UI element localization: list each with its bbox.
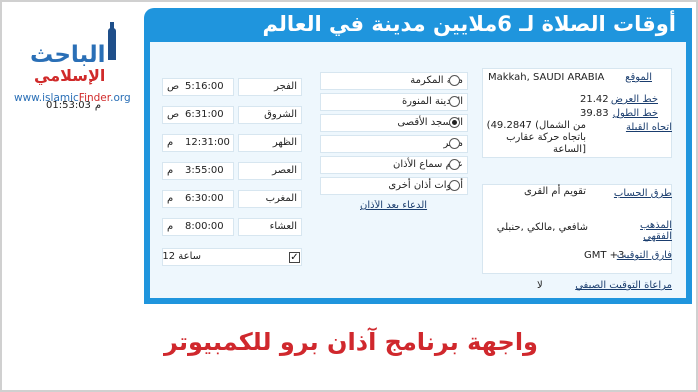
longitude-value: 39.83: [580, 108, 609, 119]
logo: الباحث الإسلامي www.islamicFinder.org: [8, 14, 136, 104]
prayer-time: 3:55:00: [185, 165, 224, 176]
adhan-option-box: المدينة المنورة: [320, 93, 468, 111]
prayer-suffix: م: [167, 193, 174, 204]
adhan-radio[interactable]: [449, 159, 460, 170]
calc-method-value: تقويم أم القرى: [523, 186, 586, 197]
prayer-name-box: المغرب: [238, 190, 302, 208]
minaret-icon: [108, 28, 116, 60]
prayer-name: الظهر: [272, 137, 297, 148]
prayer-name: الشروق: [264, 109, 297, 120]
location-label[interactable]: الموقع: [625, 72, 652, 83]
prayer-time-box: م 12:31:00: [162, 134, 234, 152]
clock-format-label: ساعة 12: [162, 251, 201, 262]
prayer-time-box: م 6:30:00: [162, 190, 234, 208]
adhan-option-box: أصوات أذان أخرى: [320, 177, 468, 195]
prayer-suffix: م: [167, 221, 174, 232]
qibla-line2: باتجاه حركة عقارب: [506, 132, 586, 143]
prayer-name-box: العصر: [238, 162, 302, 180]
adhan-option-box: المسجد الأقصى: [320, 114, 468, 132]
adhan-radio[interactable]: [449, 138, 460, 149]
prayer-time: 5:16:00: [185, 81, 224, 92]
prayer-suffix: ص: [167, 81, 180, 92]
adhan-option-box: مكة المكرمة: [320, 72, 468, 90]
prayer-name-box: الشروق: [238, 106, 302, 124]
bottom-caption: واجهة برنامج آذان برو للكمبيوتر: [164, 328, 538, 356]
madhab-label[interactable]: المذهب الفقهي: [632, 220, 672, 242]
page-title: أوقات الصلاة لـ 6ملايين مدينة في العالم: [262, 12, 676, 36]
logo-text-line2: الإسلامي: [34, 66, 106, 85]
longitude-label[interactable]: خط الطول: [613, 108, 658, 119]
qibla-label[interactable]: اتجاه القبلة: [626, 122, 672, 133]
adhan-radio[interactable]: [449, 96, 460, 107]
latitude-value: 21.42: [580, 94, 609, 105]
calc-method-label[interactable]: طرق الحساب: [614, 188, 672, 199]
prayer-time-box: ص 6:31:00: [162, 106, 234, 124]
madhab-value: شافعي ,مالكي ,حنبلي: [496, 222, 588, 233]
prayer-suffix: م: [167, 165, 174, 176]
adhan-radio[interactable]: [449, 75, 460, 86]
prayer-suffix: ص: [167, 109, 180, 120]
prayer-time: 6:31:00: [185, 109, 224, 120]
prayer-time-box: ص 5:16:00: [162, 78, 234, 96]
prayer-time: 8:00:00: [185, 221, 224, 232]
logo-text-line1: الباحث: [30, 42, 106, 68]
prayer-name: العشاء: [269, 221, 297, 232]
prayer-name-box: العشاء: [238, 218, 302, 236]
adhan-radio[interactable]: [449, 117, 460, 128]
adhan-option-box: عدم سماع الأذان: [320, 156, 468, 174]
prayer-name: المغرب: [265, 193, 297, 204]
prayer-time: 12:31:00: [185, 137, 230, 148]
dua-after-adhan-link[interactable]: الدعاء بعد الأذان: [360, 200, 427, 211]
prayer-time-box: م 8:00:00: [162, 218, 234, 236]
prayer-name: الفجر: [274, 81, 297, 92]
dst-label[interactable]: مراعاة التوقيت الصيفي: [575, 280, 672, 291]
latitude-label[interactable]: خط العرض: [611, 94, 658, 105]
location-value: Makkah, SAUDI ARABIA: [488, 72, 605, 83]
adhan-option-box: مصر: [320, 135, 468, 153]
dst-value: لا: [537, 280, 543, 291]
qibla-line1: من الشمال) 49.2847): [486, 120, 586, 131]
prayer-name-box: الفجر: [238, 78, 302, 96]
prayer-time-box: م 3:55:00: [162, 162, 234, 180]
prayer-name-box: الظهر: [238, 134, 302, 152]
dua-link-box: الدعاء بعد الأذان: [320, 200, 468, 214]
qibla-line3: [الساعة: [552, 144, 586, 155]
clock-format-checkbox[interactable]: ✓: [289, 252, 300, 263]
current-time: م01:53:03: [46, 100, 102, 111]
prayer-suffix: م: [167, 137, 174, 148]
adhan-radio[interactable]: [449, 180, 460, 191]
app-window: الباحث الإسلامي www.islamicFinder.org م0…: [0, 0, 698, 392]
prayer-name: العصر: [272, 165, 297, 176]
timezone-label[interactable]: فارق التوقيت: [617, 250, 672, 261]
prayer-time: 6:30:00: [185, 193, 224, 204]
clock-format-box: ✓ ساعة 12: [162, 248, 302, 266]
header-bar: أوقات الصلاة لـ 6ملايين مدينة في العالم: [144, 8, 692, 42]
